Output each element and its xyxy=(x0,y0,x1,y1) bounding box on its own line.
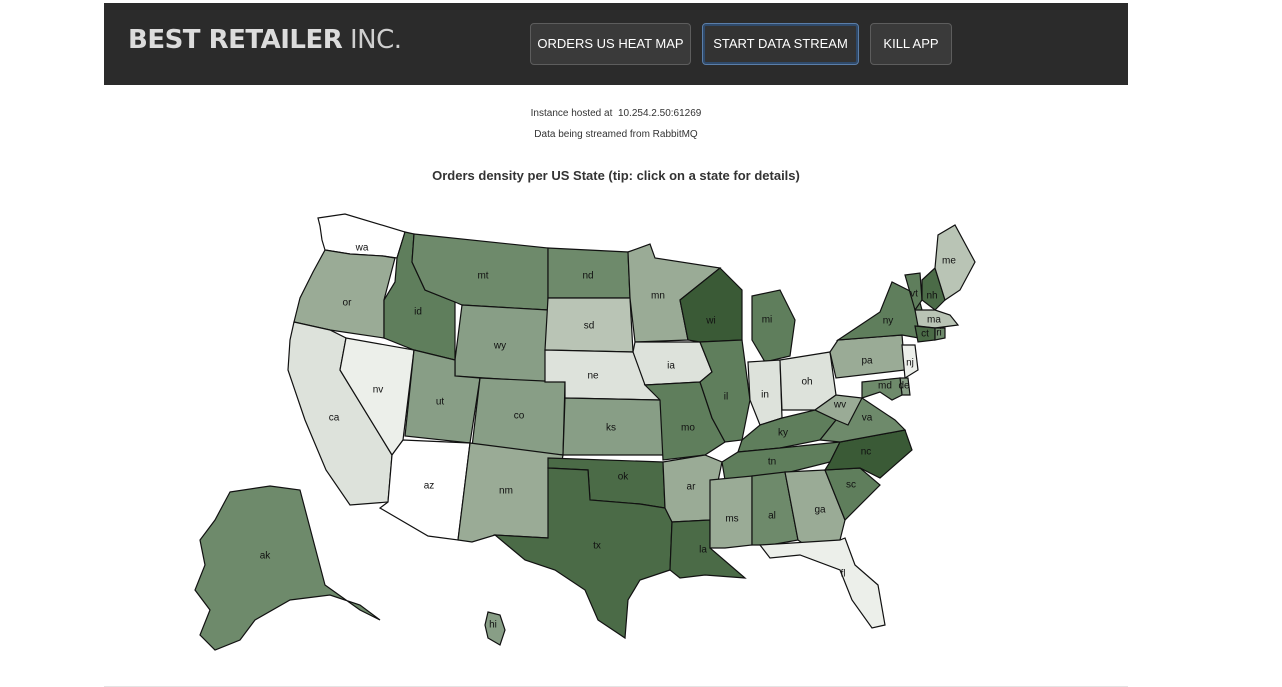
hosted-label: Instance hosted at xyxy=(530,108,613,119)
stream-info: Data being streamed from RabbitMQ xyxy=(534,129,698,140)
state-label-pa: pa xyxy=(861,356,873,367)
start-data-stream-button[interactable]: START DATA STREAM xyxy=(702,23,859,65)
state-label-ar: ar xyxy=(687,482,697,493)
state-label-va: va xyxy=(862,413,873,424)
state-mi[interactable] xyxy=(751,289,796,363)
state-label-nj: nj xyxy=(906,358,914,369)
state-label-la: la xyxy=(699,545,707,556)
state-label-wi: wi xyxy=(705,316,715,327)
state-label-nd: nd xyxy=(582,271,593,282)
state-label-mn: mn xyxy=(651,291,665,302)
state-label-ri: ri xyxy=(936,328,942,339)
state-label-nv: nv xyxy=(373,385,384,396)
state-label-al: al xyxy=(768,511,776,522)
state-label-ga: ga xyxy=(814,505,826,516)
state-label-nh: nh xyxy=(926,291,937,302)
brand-logo: BEST RETAILER INC. xyxy=(128,25,402,55)
state-label-nm: nm xyxy=(499,486,513,497)
state-label-ut: ut xyxy=(436,397,445,408)
state-label-tx: tx xyxy=(593,541,601,552)
state-label-co: co xyxy=(514,411,525,422)
state-label-ia: ia xyxy=(667,361,675,372)
state-label-mi: mi xyxy=(762,315,773,326)
state-label-wv: wv xyxy=(833,400,846,411)
state-label-ak: ak xyxy=(260,551,272,562)
top-navbar: BEST RETAILER INC. ORDERS US HEAT MAP ST… xyxy=(104,3,1128,85)
state-label-wy: wy xyxy=(493,341,506,352)
state-label-oh: oh xyxy=(801,377,812,388)
state-label-mt: mt xyxy=(477,271,488,282)
state-label-ny: ny xyxy=(883,316,894,327)
state-label-sc: sc xyxy=(846,480,856,491)
state-label-ca: ca xyxy=(329,413,340,424)
state-ms[interactable] xyxy=(709,475,753,549)
state-label-me: me xyxy=(942,256,956,267)
state-label-ky: ky xyxy=(778,428,788,439)
state-label-fl: fl xyxy=(841,569,846,580)
state-label-sd: sd xyxy=(584,321,595,332)
kill-app-button[interactable]: KILL APP xyxy=(870,23,952,65)
state-label-de: de xyxy=(898,381,910,392)
state-label-mo: mo xyxy=(681,423,695,434)
orders-heat-map-button[interactable]: ORDERS US HEAT MAP xyxy=(530,23,691,65)
state-label-ne: ne xyxy=(587,371,599,382)
state-label-il: il xyxy=(724,392,728,403)
state-label-ok: ok xyxy=(618,472,630,483)
instance-info: Instance hosted at 10.254.2.50:61269 xyxy=(104,108,1128,119)
state-label-id: id xyxy=(414,307,422,318)
state-label-nc: nc xyxy=(861,447,872,458)
hosted-address: 10.254.2.50:61269 xyxy=(617,108,702,119)
state-label-ks: ks xyxy=(606,423,616,434)
state-label-wa: wa xyxy=(355,243,369,254)
state-label-or: or xyxy=(343,298,353,309)
state-label-in: in xyxy=(761,390,769,401)
state-label-tn: tn xyxy=(768,457,776,468)
us-heat-map: wa or ca nv id mt wy ut az co nm nd sd ne ks ok tx mn ia mo… xyxy=(130,200,1010,680)
state-label-hi: hi xyxy=(489,620,497,631)
state-label-md: md xyxy=(878,381,892,392)
state-label-ma: ma xyxy=(927,315,941,326)
brand-name: BEST RETAILER xyxy=(128,25,343,55)
brand-suffix: INC. xyxy=(350,25,402,55)
map-title: Orders density per US State (tip: click … xyxy=(432,168,800,183)
state-ak[interactable] xyxy=(194,485,381,651)
state-label-ms: ms xyxy=(725,514,738,525)
us-map-svg: wa or ca nv id mt wy ut az co nm nd sd ne ks ok tx mn ia mo… xyxy=(194,213,976,651)
state-label-vt: vt xyxy=(910,289,918,300)
state-label-ct: ct xyxy=(921,329,929,340)
state-fl[interactable] xyxy=(758,537,886,629)
state-label-az: az xyxy=(424,481,435,492)
